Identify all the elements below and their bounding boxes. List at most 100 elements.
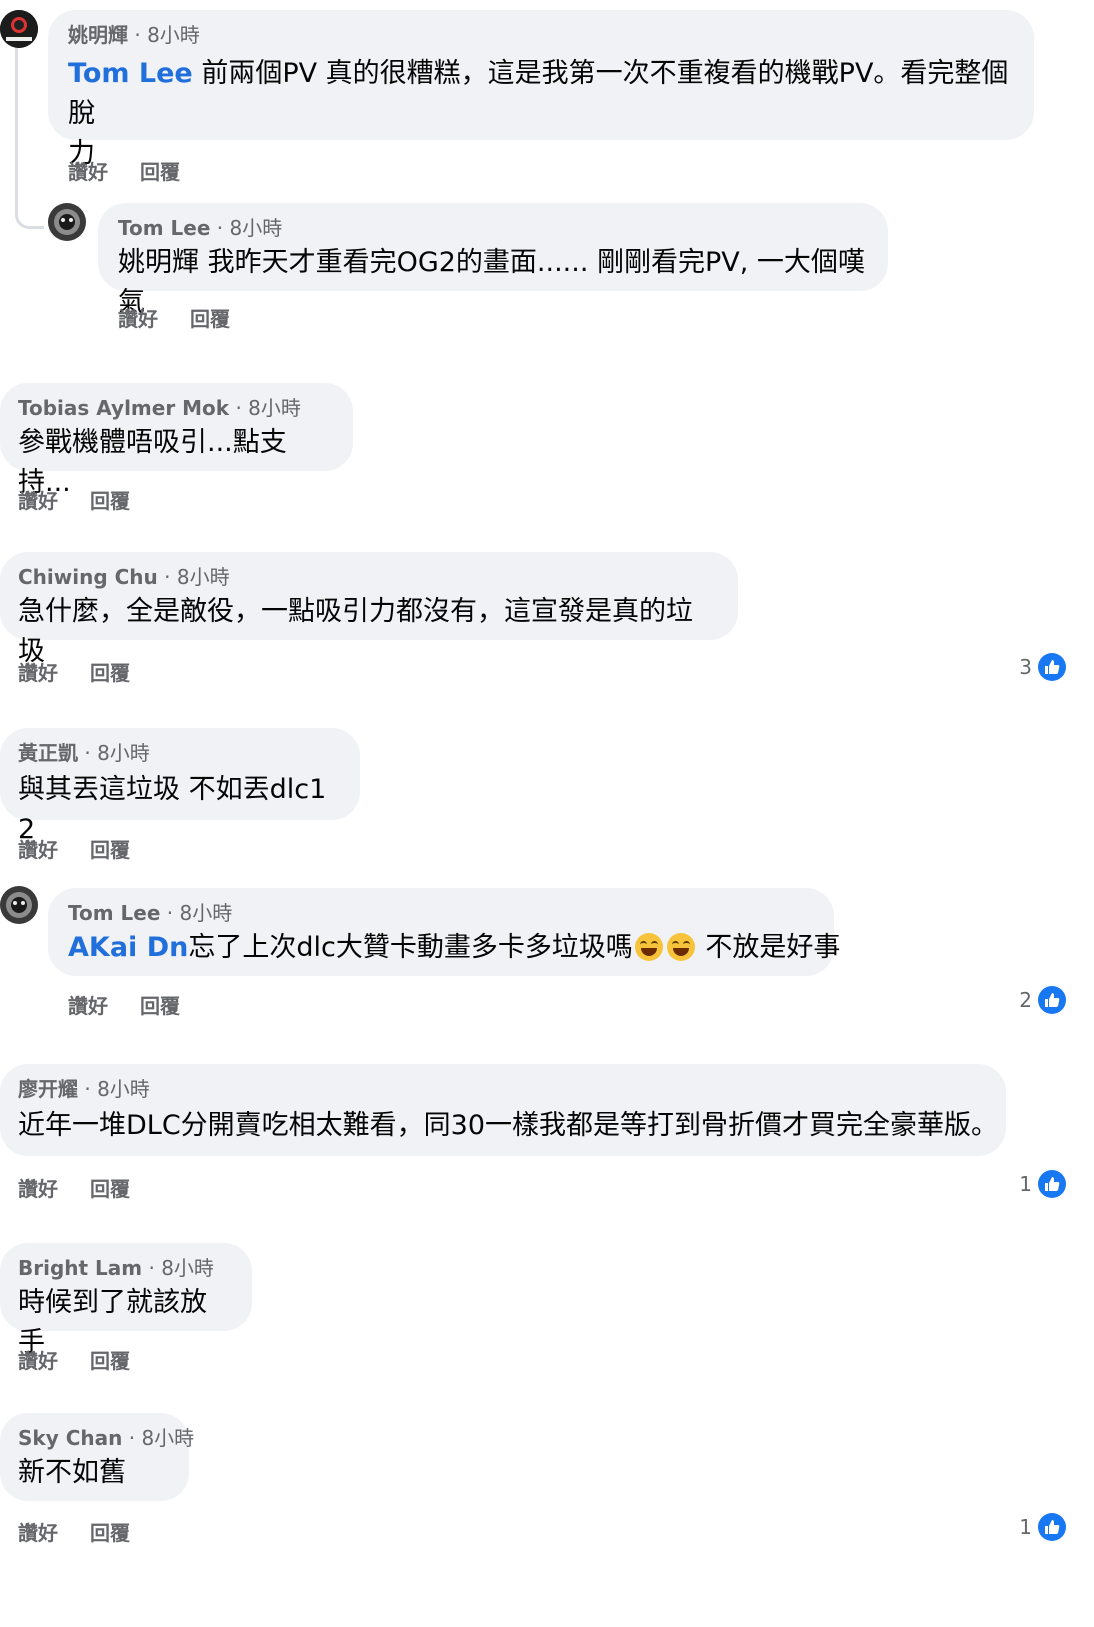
like-button[interactable]: 讚好 (68, 156, 108, 185)
comment-meta: Tom Lee · 8小時 (68, 900, 814, 926)
separator: · (128, 23, 148, 47)
reply-button[interactable]: 回覆 (90, 485, 130, 514)
separator: · (78, 1077, 98, 1101)
comment-time[interactable]: 8小時 (97, 1077, 150, 1101)
comment-author[interactable]: Bright Lam (18, 1256, 142, 1280)
reply-button[interactable]: 回覆 (190, 303, 230, 332)
comment-time[interactable]: 8小時 (229, 216, 282, 240)
laughing-emoji-icon (666, 933, 695, 961)
comment-author[interactable]: 廖开耀 (18, 1077, 78, 1101)
reply-button[interactable]: 回覆 (90, 1517, 130, 1546)
comment-author[interactable]: 黃正凱 (18, 741, 78, 765)
logo-avatar-icon (0, 10, 38, 48)
comment-time[interactable]: 8小時 (147, 23, 200, 47)
comment-author[interactable]: 姚明輝 (68, 23, 128, 47)
comment-actions: 讚好 回覆 (68, 156, 180, 185)
comment: 黃正凱 · 8小時 與其丟這垃圾 不如丟dlc1 2 讚好 回覆 (0, 728, 1094, 868)
reply-button[interactable]: 回覆 (140, 990, 180, 1019)
comment-bubble: Chiwing Chu · 8小時 急什麼，全是敵役，一點吸引力都沒有，這宣發是… (0, 552, 738, 667)
reaction-summary[interactable]: 1 (1019, 1513, 1066, 1541)
reply-button[interactable]: 回覆 (90, 1173, 130, 1202)
comment-actions: 讚好 回覆 (68, 990, 180, 1019)
comment-time[interactable]: 8小時 (248, 396, 301, 420)
separator: · (157, 565, 177, 589)
comment: 姚明輝 · 8小時 Tom Lee 前兩個PV 真的很糟糕，這是我第一次不重複看… (0, 0, 1094, 190)
reaction-summary[interactable]: 1 (1019, 1170, 1066, 1198)
comment-bubble: Bright Lam · 8小時 時候到了就該放手 (0, 1243, 252, 1358)
like-button[interactable]: 讚好 (68, 990, 108, 1019)
thumbs-up-icon (1038, 653, 1066, 681)
reply-button[interactable]: 回覆 (90, 834, 130, 863)
comment-time[interactable]: 8小時 (179, 901, 232, 925)
comment-text: 近年一堆DLC分開賣吃相太難看，同30一樣我都是等打到骨折價才買完全豪華版。 (18, 1110, 999, 1141)
comment-actions: 讚好 回覆 (118, 303, 230, 332)
reaction-count: 1 (1019, 1172, 1032, 1196)
reply-button[interactable]: 回覆 (90, 1345, 130, 1374)
reply-button[interactable]: 回覆 (140, 156, 180, 185)
like-button[interactable]: 讚好 (18, 1345, 58, 1374)
comment: Chiwing Chu · 8小時 急什麼，全是敵役，一點吸引力都沒有，這宣發是… (0, 552, 1094, 692)
comment-meta: 黃正凱 · 8小時 (18, 740, 340, 766)
comment: Sky Chan · 8小時 新不如舊 讚好 回覆 1 (0, 1413, 1094, 1563)
comment-meta: Sky Chan · 8小時 (18, 1425, 194, 1451)
comment-bubble: 廖开耀 · 8小時 近年一堆DLC分開賣吃相太難看，同30一樣我都是等打到骨折價… (0, 1064, 1006, 1156)
comment-actions: 讚好 回覆 (18, 485, 130, 514)
comment-author[interactable]: Tom Lee (68, 901, 160, 925)
comment-bubble: Tom Lee · 8小時 AKai Dn忘了上次dlc大贊卡動畫多卡多垃圾嗎 … (48, 888, 840, 976)
like-button[interactable]: 讚好 (18, 485, 58, 514)
comment-time[interactable]: 8小時 (141, 1426, 194, 1450)
reaction-summary[interactable]: 2 (1019, 986, 1066, 1014)
comment-actions: 讚好 回覆 (18, 1345, 130, 1374)
mention-link[interactable]: AKai Dn (68, 932, 188, 963)
separator: · (210, 216, 230, 240)
comment-bubble: Tom Lee · 8小時 姚明輝 我昨天才重看完OG2的畫面...... 剛剛… (98, 203, 888, 318)
avatar[interactable] (0, 10, 38, 48)
comment: Bright Lam · 8小時 時候到了就該放手 讚好 回覆 (0, 1243, 1094, 1383)
comment-meta: 姚明輝 · 8小時 (68, 22, 1014, 48)
reaction-count: 2 (1019, 988, 1032, 1012)
reply-button[interactable]: 回覆 (90, 657, 130, 686)
avatar[interactable] (48, 203, 86, 241)
comment-meta: Chiwing Chu · 8小時 (18, 564, 718, 590)
avatar[interactable] (0, 886, 38, 924)
comment-time[interactable]: 8小時 (97, 741, 150, 765)
comment-author[interactable]: Tom Lee (118, 216, 210, 240)
like-button[interactable]: 讚好 (18, 1517, 58, 1546)
comment-time[interactable]: 8小時 (161, 1256, 214, 1280)
comment-text: 姚明輝 我昨天才重看完OG2的畫面...... 剛剛看完PV, 一大個嘆氣 (118, 247, 865, 318)
comment-text: 新不如舊 (18, 1457, 126, 1488)
comment: Tom Lee · 8小時 AKai Dn忘了上次dlc大贊卡動畫多卡多垃圾嗎 … (0, 886, 1094, 1036)
like-button[interactable]: 讚好 (18, 834, 58, 863)
comment-bubble: 姚明輝 · 8小時 Tom Lee 前兩個PV 真的很糟糕，這是我第一次不重複看… (48, 10, 1034, 169)
comment-text-line1: 前兩個PV 真的很糟糕，這是我第一次不重複看的機戰PV。看完整個脫 (68, 58, 1009, 129)
comment-bubble: Tobias Aylmer Mok · 8小時 參戰機體唔吸引...點支持... (0, 383, 353, 498)
comment-author[interactable]: Tobias Aylmer Mok (18, 396, 229, 420)
dark-character-avatar-icon (0, 886, 38, 924)
reaction-summary[interactable]: 3 (1019, 653, 1066, 681)
comment-bubble: 黃正凱 · 8小時 與其丟這垃圾 不如丟dlc1 2 (0, 728, 360, 845)
reaction-count: 1 (1019, 1515, 1032, 1539)
comment: Tobias Aylmer Mok · 8小時 參戰機體唔吸引...點支持...… (0, 383, 1094, 513)
separator: · (122, 1426, 142, 1450)
separator: · (160, 901, 180, 925)
thumbs-up-icon (1038, 1170, 1066, 1198)
separator: · (142, 1256, 162, 1280)
comment-actions: 讚好 回覆 (18, 657, 130, 686)
comment-text-before-emoji: 忘了上次dlc大贊卡動畫多卡多垃圾嗎 (188, 932, 633, 963)
thumbs-up-icon (1038, 986, 1066, 1014)
separator: · (78, 741, 98, 765)
comment-author[interactable]: Chiwing Chu (18, 565, 158, 589)
comment-feed: 姚明輝 · 8小時 Tom Lee 前兩個PV 真的很糟糕，這是我第一次不重複看… (0, 0, 1094, 1627)
comment: 廖开耀 · 8小時 近年一堆DLC分開賣吃相太難看，同30一樣我都是等打到骨折價… (0, 1064, 1094, 1214)
mention-link[interactable]: Tom Lee (68, 58, 193, 89)
like-button[interactable]: 讚好 (18, 1173, 58, 1202)
comment-meta: Tobias Aylmer Mok · 8小時 (18, 395, 333, 421)
reaction-count: 3 (1019, 655, 1032, 679)
separator: · (229, 396, 249, 420)
like-button[interactable]: 讚好 (118, 303, 158, 332)
comment-bubble: Sky Chan · 8小時 新不如舊 (0, 1413, 194, 1501)
comment-author[interactable]: Sky Chan (18, 1426, 122, 1450)
like-button[interactable]: 讚好 (18, 657, 58, 686)
comment-text: Tom Lee 前兩個PV 真的很糟糕，這是我第一次不重複看的機戰PV。看完整個… (68, 54, 1014, 174)
comment-time[interactable]: 8小時 (177, 565, 230, 589)
